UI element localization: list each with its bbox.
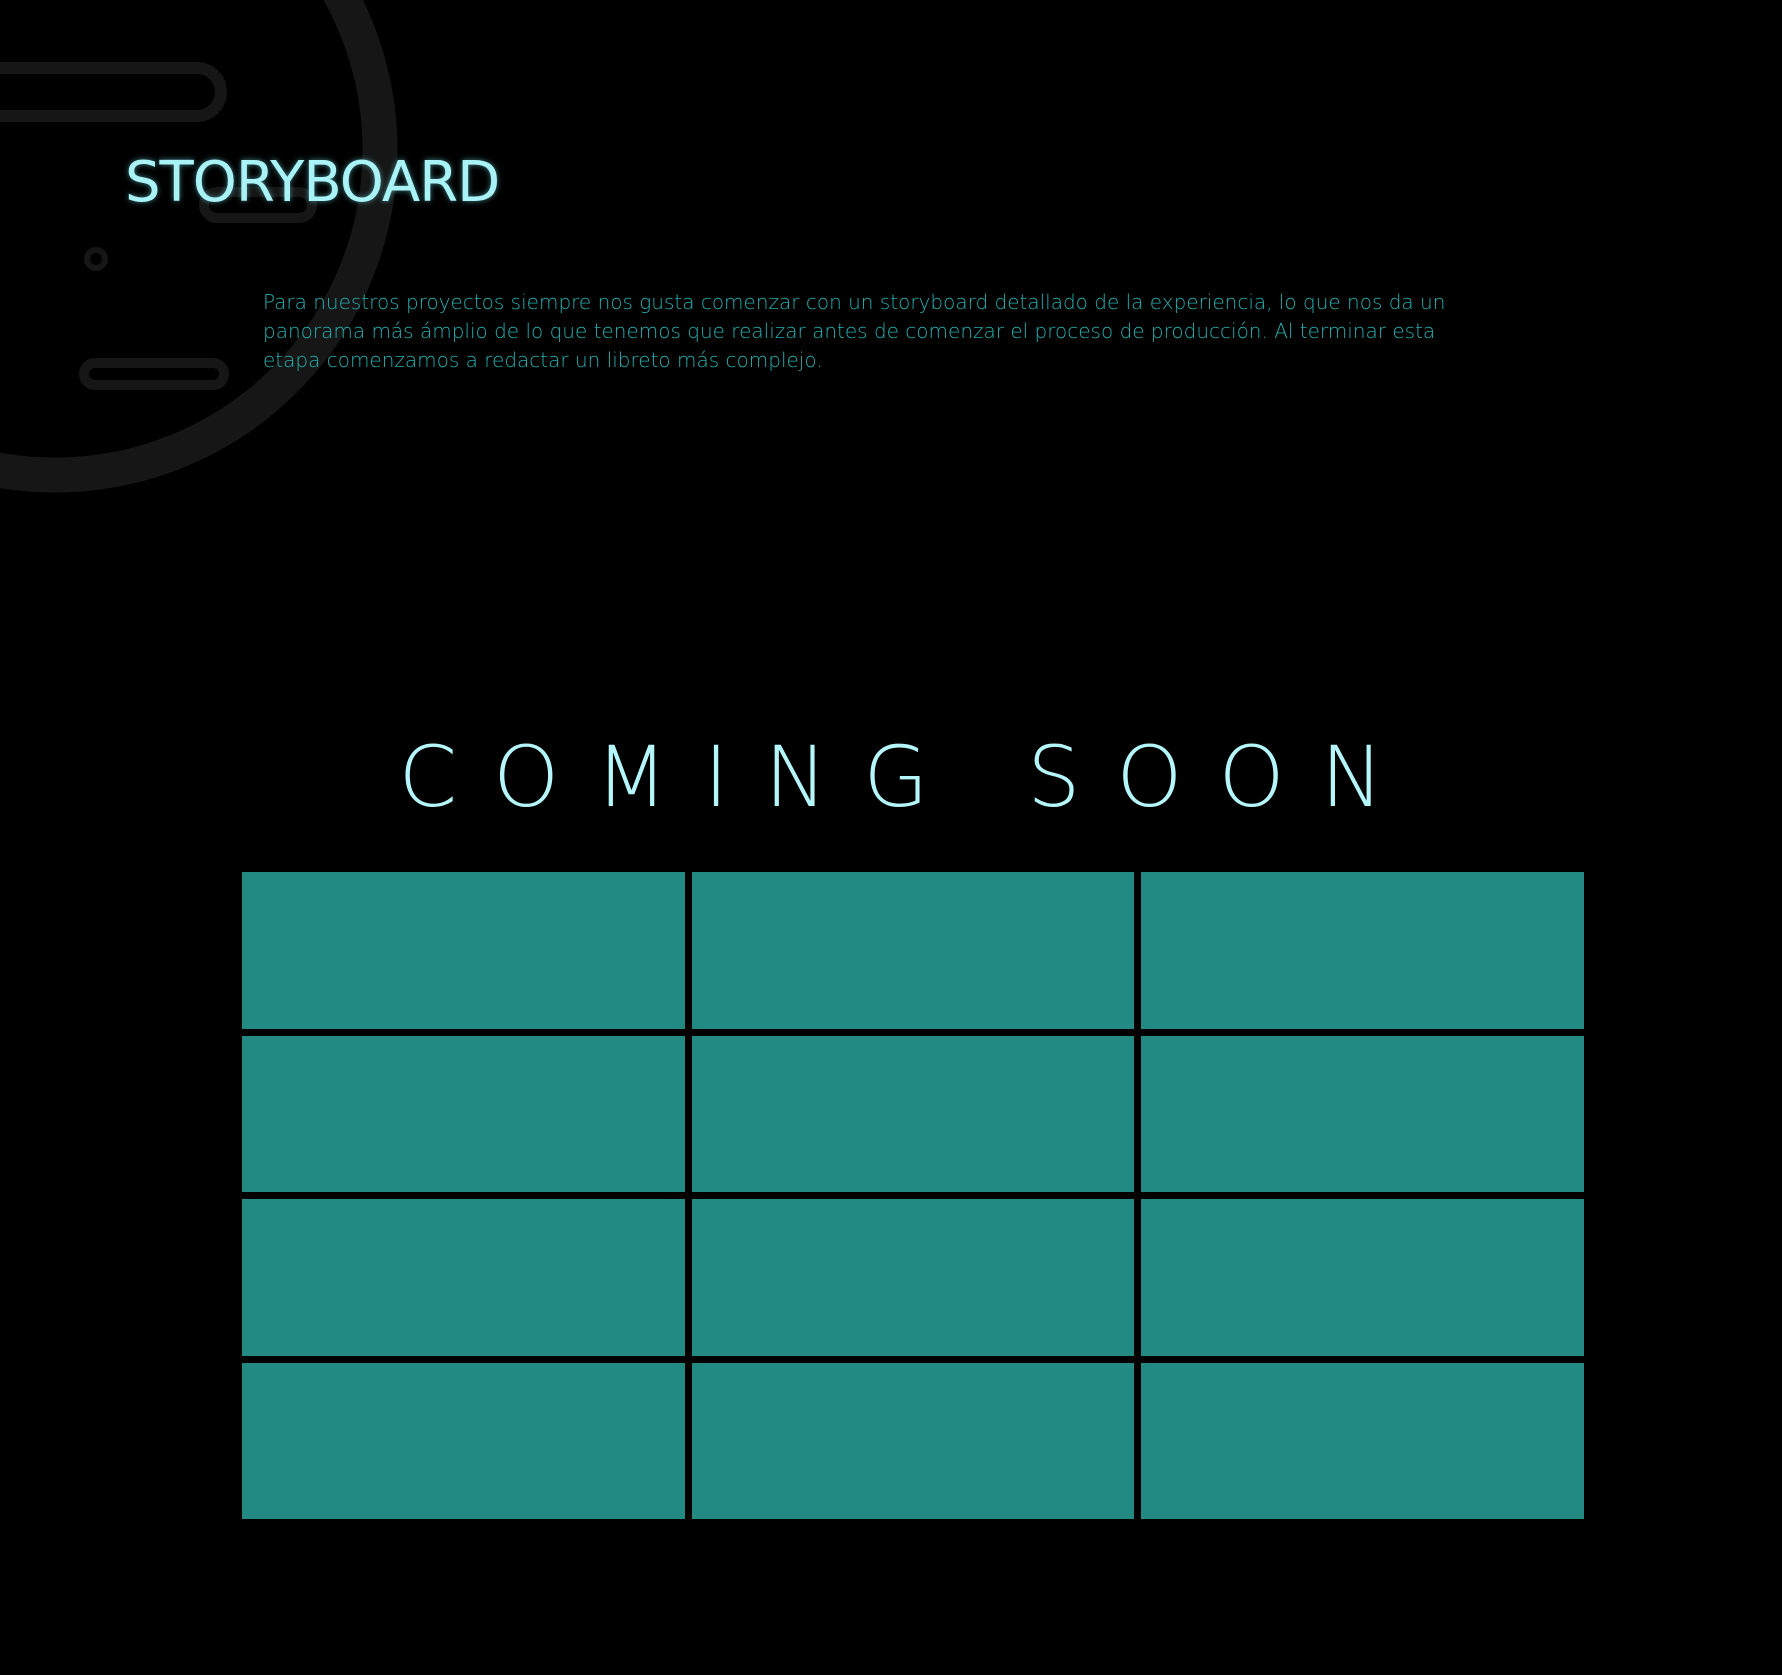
storyboard-frame — [691, 1199, 1135, 1356]
storyboard-frame — [691, 872, 1135, 1029]
storyboard-frame — [242, 1199, 685, 1356]
storyboard-outline-icon — [0, 0, 398, 493]
storyboard-frame — [1141, 1362, 1584, 1519]
storyboard-frame — [1141, 1035, 1584, 1192]
intro-paragraph: Para nuestros proyectos siempre nos gust… — [263, 290, 1446, 372]
storyboard-frame — [691, 1362, 1135, 1519]
storyboard-frames-grid — [242, 872, 1584, 1519]
storyboard-frame — [1141, 872, 1584, 1029]
storyboard-frame — [242, 872, 685, 1029]
storyboard-frame — [242, 1035, 685, 1192]
coming-soon-heading: COMING SOON — [398, 728, 1420, 826]
page-title: STORYBOARD — [125, 150, 500, 215]
storyboard-frame — [1141, 1199, 1584, 1356]
storyboard-frame — [691, 1035, 1135, 1192]
storyboard-frame — [242, 1362, 685, 1519]
